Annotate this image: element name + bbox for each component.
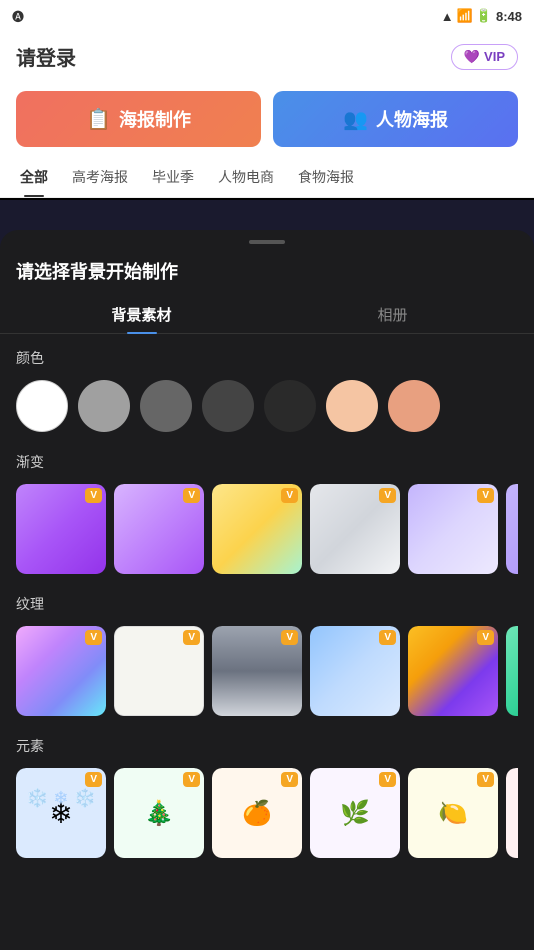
vip-badge-t3: V [281,630,298,645]
texture-item-3[interactable]: V [212,626,302,716]
page-title: 请登录 [16,42,76,71]
element-item-3[interactable]: 🍊 V [212,768,302,858]
action-buttons: 📋 海报制作 👥 人物海报 [0,81,534,157]
vip-badge-t1: V [85,630,102,645]
tab-graduation[interactable]: 毕业季 [140,157,206,197]
signal-icon: 📶 [457,8,473,24]
vip-badge-e3: V [281,772,298,787]
vip-heart-icon: 💜 [464,49,480,65]
tab-album[interactable]: 相册 [267,296,518,333]
color-peach[interactable] [326,380,378,432]
color-gray4[interactable] [264,380,316,432]
element-section-label: 元素 [16,736,518,756]
gradient-item-5[interactable]: V [408,484,498,574]
vip-badge-t5: V [477,630,494,645]
vip-badge-1: V [85,488,102,503]
vip-badge-e4: V [379,772,396,787]
color-gray1[interactable] [78,380,130,432]
texture-item-5[interactable]: V [408,626,498,716]
person-poster-button[interactable]: 👥 人物海报 [273,91,518,147]
vip-button[interactable]: 💜 VIP [451,44,518,70]
sheet-tabs: 背景素材 相册 [0,296,534,334]
status-app-icon: 🅐 [12,8,24,25]
color-row [16,380,518,436]
gradient-section-label: 渐变 [16,452,518,472]
gradient-grid: V V V V V V [16,484,518,578]
gradient-item-4[interactable]: V [310,484,400,574]
element-item-2[interactable]: 🎄 V [114,768,204,858]
element-item-4[interactable]: 🌿 V [310,768,400,858]
vip-badge-t2: V [183,630,200,645]
element-grid: ❄ V 🎄 V 🍊 V 🌿 V 🍋 V 🐠 V [16,768,518,862]
wifi-icon: ▲ [441,9,454,24]
color-section: 颜色 [0,348,534,452]
status-time: 8:48 [496,9,522,24]
gradient-section: 渐变 V V V V V V [0,452,534,594]
vip-badge-e1: V [85,772,102,787]
element-item-1[interactable]: ❄ V [16,768,106,858]
vip-badge-e2: V [183,772,200,787]
gradient-item-2[interactable]: V [114,484,204,574]
poster-button[interactable]: 📋 海报制作 [16,91,261,147]
color-gray3[interactable] [202,380,254,432]
gradient-item-6[interactable]: V [506,484,518,574]
texture-section-label: 纹理 [16,594,518,614]
vip-badge-4: V [379,488,396,503]
color-salmon[interactable] [388,380,440,432]
status-right: ▲ 📶 🔋 8:48 [441,8,522,24]
tab-person-ecommerce[interactable]: 人物电商 [206,157,286,197]
sheet-title: 请选择背景开始制作 [0,250,534,296]
tab-food[interactable]: 食物海报 [286,157,366,197]
element-item-6[interactable]: 🐠 V [506,768,518,858]
vip-label: VIP [484,49,505,64]
color-white[interactable] [16,380,68,432]
gradient-item-1[interactable]: V [16,484,106,574]
bottom-sheet: 请选择背景开始制作 背景素材 相册 颜色 渐变 V V [0,230,534,950]
poster-icon: 📋 [86,107,111,132]
status-bar: 🅐 ▲ 📶 🔋 8:48 [0,0,534,32]
vip-badge-e5: V [477,772,494,787]
element-item-5[interactable]: 🍋 V [408,768,498,858]
texture-item-4[interactable]: V [310,626,400,716]
poster-label: 海报制作 [119,106,191,132]
element-section: 元素 ❄ V 🎄 V 🍊 V 🌿 V 🍋 V 🐠 [0,736,534,878]
gradient-item-3[interactable]: V [212,484,302,574]
person-label: 人物海报 [376,106,448,132]
status-icons: ▲ 📶 🔋 [441,8,492,24]
vip-badge-3: V [281,488,298,503]
color-section-label: 颜色 [16,348,518,368]
texture-item-1[interactable]: V [16,626,106,716]
texture-item-6[interactable]: V [506,626,518,716]
tab-gaokao[interactable]: 高考海报 [60,157,140,197]
vip-badge-5: V [477,488,494,503]
sheet-handle [249,240,285,244]
category-tabs: 全部 高考海报 毕业季 人物电商 食物海报 [0,157,534,198]
tab-background-material[interactable]: 背景素材 [16,296,267,333]
person-icon: 👥 [343,107,368,132]
vip-badge-2: V [183,488,200,503]
tab-all[interactable]: 全部 [8,157,60,197]
texture-item-2[interactable]: V [114,626,204,716]
vip-badge-t4: V [379,630,396,645]
texture-section: 纹理 V V V V V V [0,594,534,736]
top-nav: 请登录 💜 VIP [0,32,534,81]
texture-grid: V V V V V V [16,626,518,720]
battery-icon: 🔋 [476,8,492,24]
color-gray2[interactable] [140,380,192,432]
